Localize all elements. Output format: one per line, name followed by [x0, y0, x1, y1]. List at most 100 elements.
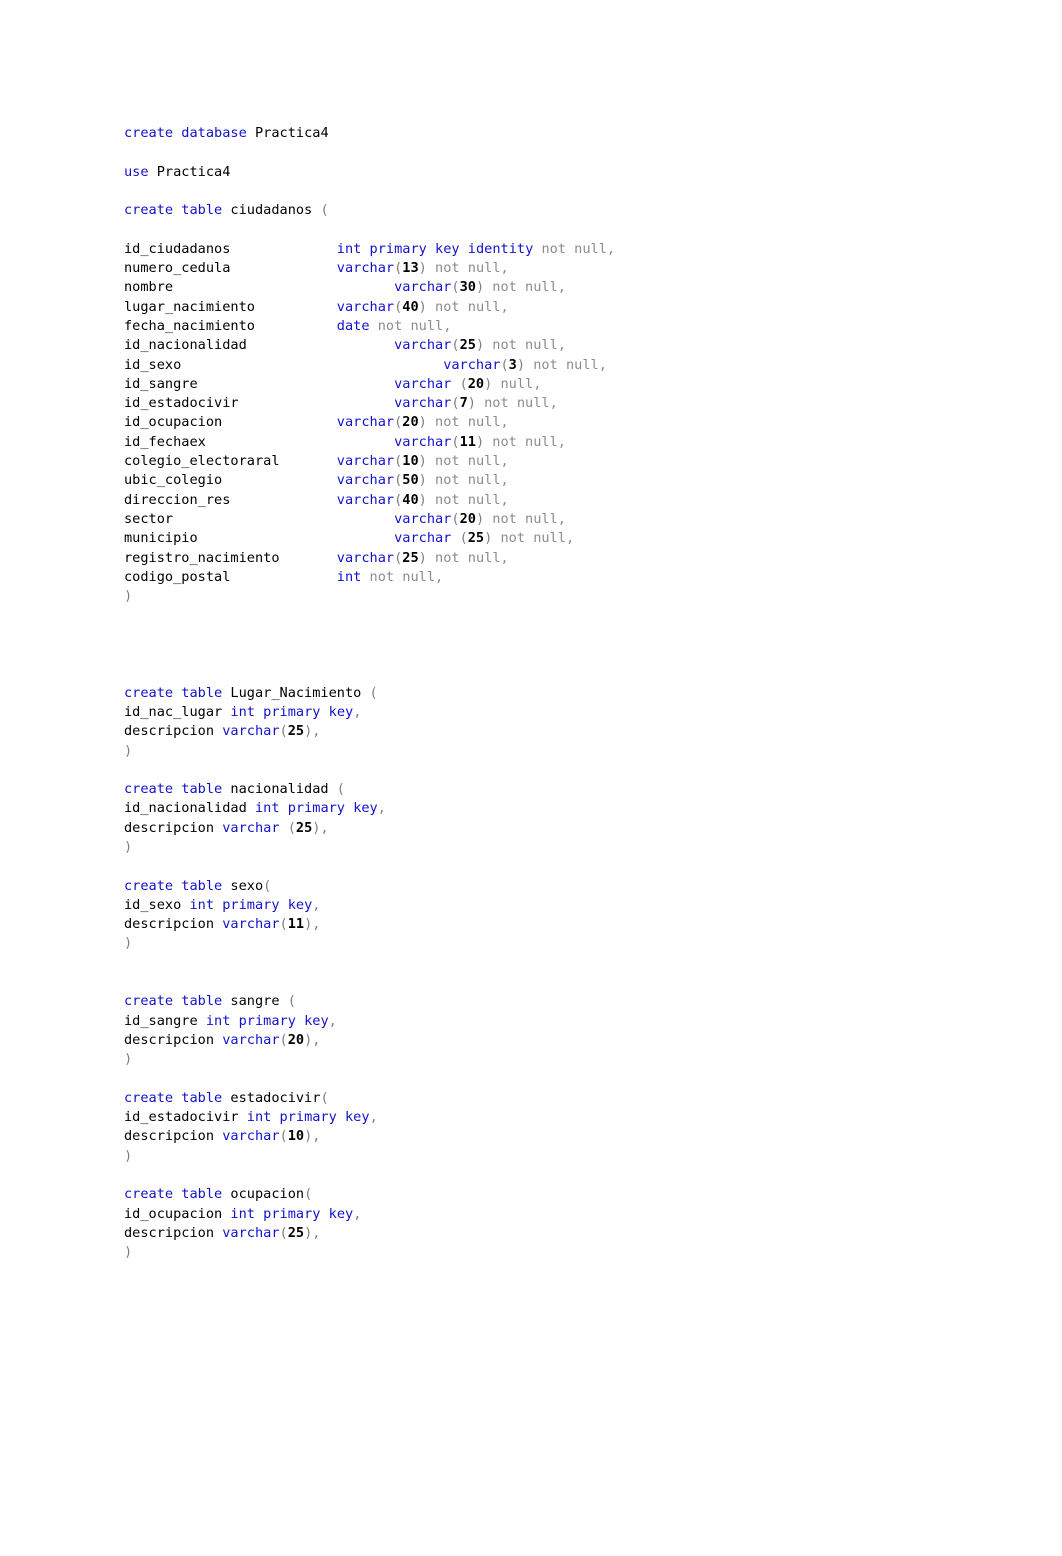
code-token-par: ),	[304, 1128, 321, 1145]
code-line: id_sexo int primary key,	[124, 896, 1024, 915]
code-token-par: )	[418, 414, 427, 431]
code-token-kw: table	[181, 1089, 223, 1106]
code-token-par: )	[418, 472, 427, 489]
code-token-par: (	[279, 916, 288, 933]
code-token-kw: int	[336, 240, 362, 257]
code-token-kw: varchar	[394, 395, 452, 412]
code-token-kw: int	[336, 568, 362, 585]
code-token-par: )	[475, 510, 485, 527]
code-token-num: 13	[402, 260, 419, 277]
code-line: create table estadocivir(	[124, 1089, 1024, 1108]
code-token-par: (	[451, 510, 460, 527]
code-line: descripcion varchar(20),	[124, 1031, 1024, 1050]
code-token-id: estadocivir	[222, 1089, 321, 1106]
code-line: colegio_electoraral varchar(10) not null…	[124, 452, 1024, 471]
code-token-id: id_sexo	[124, 896, 190, 913]
code-token-id: id_ocupacion	[124, 414, 337, 431]
code-token-par: (	[451, 395, 460, 412]
code-token-kw: table	[181, 993, 223, 1010]
code-line: )	[124, 838, 1024, 857]
code-token-kw: varchar	[222, 819, 280, 836]
code-token-kw: varchar	[222, 1224, 280, 1241]
code-token-kw: int	[230, 1205, 255, 1222]
code-token-num: 11	[287, 916, 305, 933]
code-line: id_ocupacion int primary key,	[124, 1205, 1024, 1224]
code-token-id	[280, 897, 288, 913]
code-line: create table nacionalidad (	[124, 780, 1024, 799]
code-token-kw: key	[353, 800, 378, 817]
code-token-id: direccion_res	[124, 491, 337, 508]
code-token-par: )	[124, 838, 133, 855]
code-token-id: Practica4	[246, 125, 329, 141]
code-token-nn: not null,	[426, 260, 509, 277]
code-token-nn: not null,	[533, 240, 616, 257]
code-token-par: (	[279, 1128, 288, 1145]
code-line: registro_nacimiento varchar(25) not null…	[124, 549, 1024, 568]
code-token-id	[361, 241, 369, 257]
code-token-kw: varchar	[336, 414, 395, 431]
code-token-par: (	[451, 279, 460, 296]
code-token-id: Practica4	[148, 163, 231, 180]
code-token-num: 25	[287, 1224, 305, 1241]
code-token-id	[427, 241, 435, 257]
code-line: codigo_postal int not null,	[124, 568, 1024, 587]
code-line: )	[124, 1050, 1024, 1069]
code-token-kw: key	[345, 1109, 370, 1126]
code-token-kw: primary	[238, 1012, 296, 1029]
code-token-id	[280, 820, 288, 836]
code-line: nombre varchar(30) not null,	[124, 278, 1024, 297]
code-token-kw: int	[205, 1012, 231, 1029]
code-line: create table ciudadanos (	[124, 201, 1024, 220]
code-line: id_nacionalidad varchar(25) not null,	[124, 336, 1024, 355]
code-token-id	[271, 1109, 279, 1125]
code-token-par: (	[500, 356, 509, 373]
code-line: id_sangre int primary key,	[124, 1012, 1024, 1031]
code-token-id: id_ocupacion	[124, 1205, 231, 1222]
code-token-nn: not null,	[426, 298, 509, 315]
code-token-id: lugar_nacimiento	[124, 298, 337, 315]
code-token-id	[320, 704, 328, 720]
code-token-kw: create	[124, 1089, 174, 1106]
code-token-num: 10	[287, 1128, 305, 1145]
code-token-id: fecha_nacimiento	[124, 317, 337, 334]
code-token-id: sector	[124, 510, 395, 527]
code-token-id: descripcion	[124, 723, 223, 740]
code-token-par: (	[279, 723, 288, 740]
code-token-par: (	[279, 1224, 288, 1241]
code-token-id: ocupacion	[222, 1186, 305, 1203]
code-line: fecha_nacimiento date not null,	[124, 317, 1024, 336]
code-token-kw: primary	[263, 703, 321, 720]
code-token-id	[296, 1013, 304, 1029]
code-token-nn: not null,	[426, 491, 509, 508]
code-token-kw: varchar	[336, 549, 395, 566]
code-token-id: descripcion	[124, 1031, 223, 1048]
code-token-nn: not null,	[484, 433, 566, 450]
code-token-num: 25	[287, 723, 305, 740]
code-line: id_sangre varchar (20) null,	[124, 375, 1024, 394]
code-token-kw: int	[230, 703, 255, 720]
code-token-kw: varchar	[336, 453, 395, 470]
code-token-num: 20	[402, 414, 419, 431]
code-token-id: registro_nacimiento	[124, 549, 337, 566]
code-token-nn: not null,	[525, 356, 607, 373]
code-token-kw: create	[124, 202, 174, 219]
code-line: id_ocupacion varchar(20) not null,	[124, 413, 1024, 432]
code-token-id	[451, 530, 459, 546]
code-token-kw: table	[181, 1186, 223, 1203]
code-line: ubic_colegio varchar(50) not null,	[124, 471, 1024, 490]
code-token-nn: not null,	[426, 472, 509, 489]
code-line: create database Practica4	[124, 124, 1024, 143]
code-token-kw: varchar	[336, 491, 395, 508]
code-line: use Practica4	[124, 163, 1024, 182]
code-token-kw: use	[124, 163, 149, 180]
code-token-par: (	[320, 1089, 329, 1106]
code-token-num: 3	[508, 356, 517, 373]
code-token-nn: not null,	[492, 530, 575, 547]
code-token-id	[280, 800, 288, 816]
code-token-id	[255, 1206, 263, 1222]
